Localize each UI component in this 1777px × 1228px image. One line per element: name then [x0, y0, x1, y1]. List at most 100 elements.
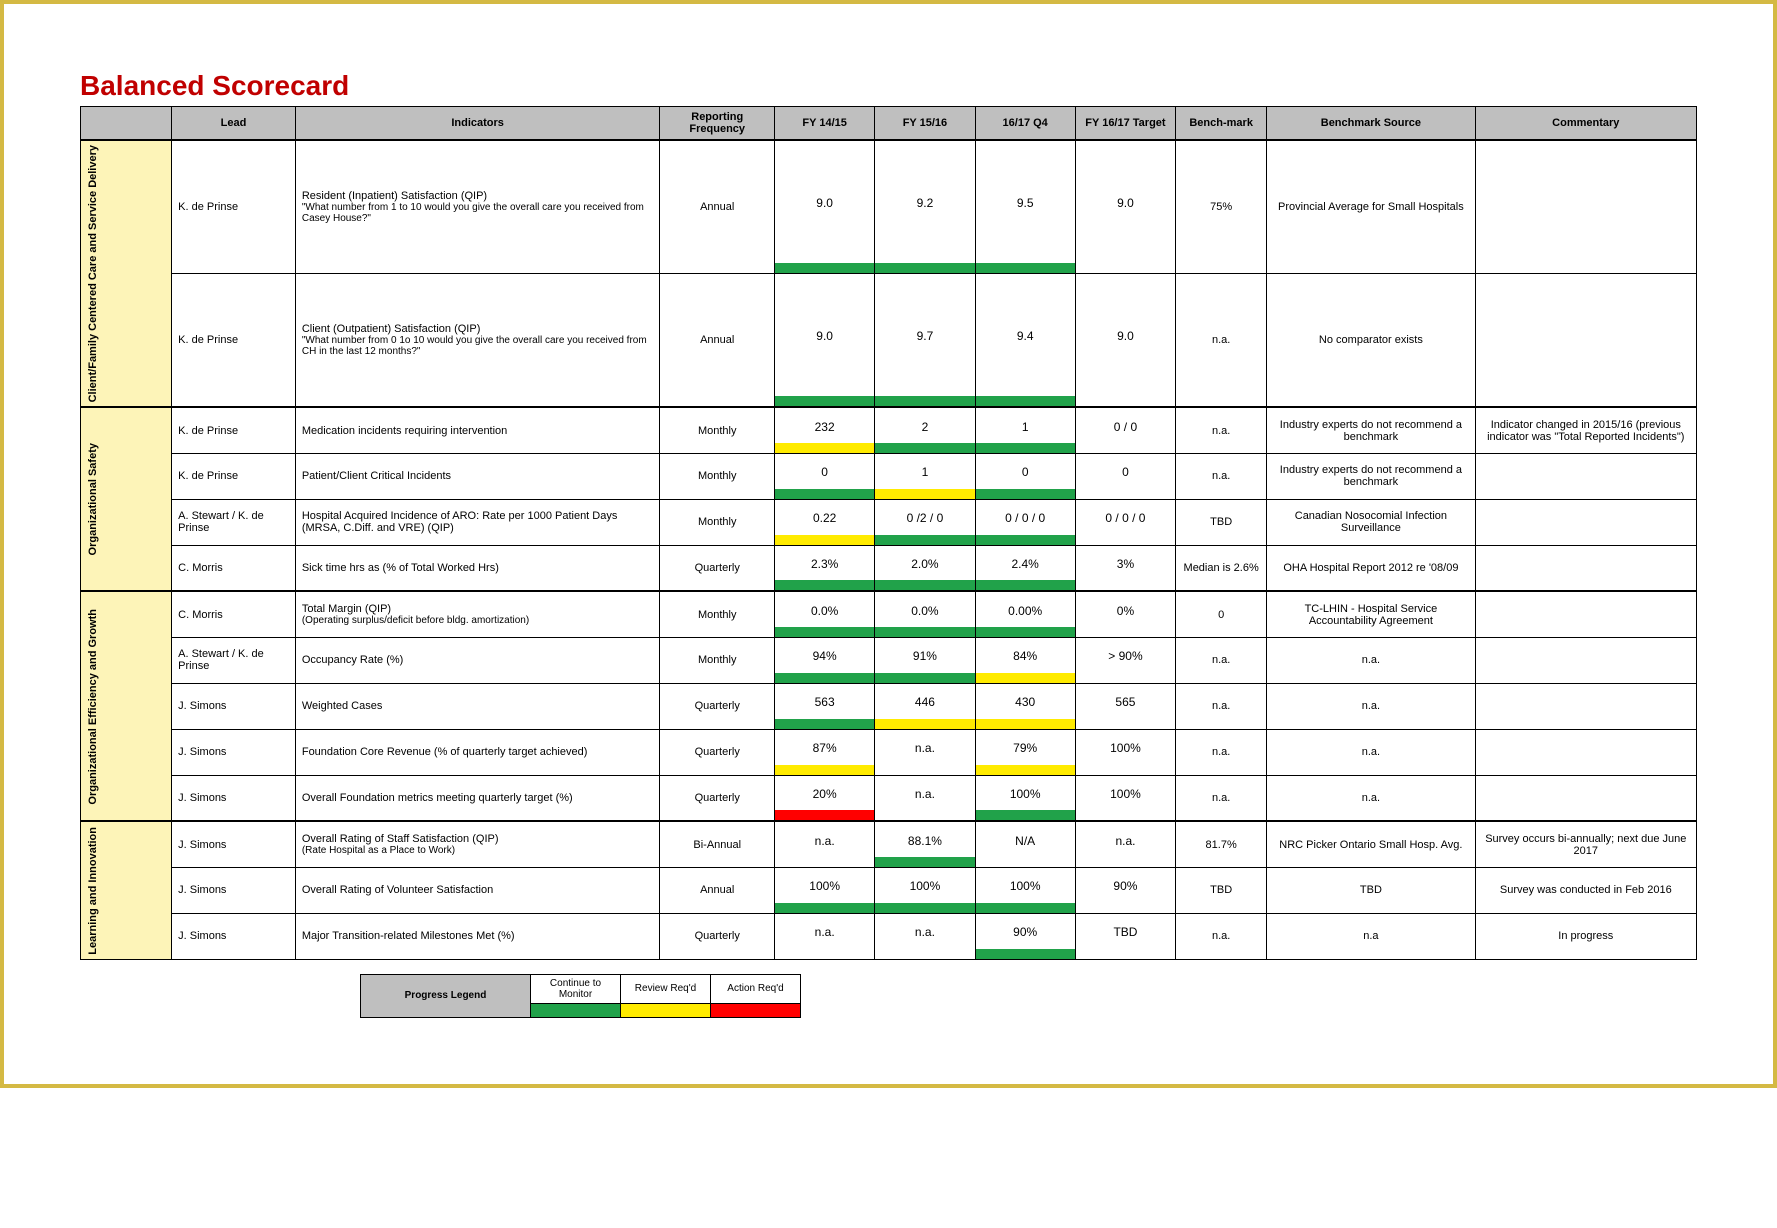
header-q4: 16/17 Q4 [975, 107, 1075, 141]
benchmark-cell: n.a. [1176, 453, 1267, 499]
metric-cell: 1 [875, 453, 975, 499]
category-cell: Organizational Safety [81, 407, 172, 591]
frequency-cell: Monthly [660, 407, 775, 453]
indicator-cell: Occupancy Rate (%) [295, 637, 660, 683]
table-row: Client/Family Centered Care and Service … [81, 140, 1697, 274]
indicator-cell: Major Transition-related Milestones Met … [295, 913, 660, 959]
indicator-cell: Overall Rating of Staff Satisfaction (QI… [295, 821, 660, 867]
legend-item-0: Continue to Monitor [531, 974, 621, 1003]
commentary-cell [1475, 453, 1696, 499]
metric-cell: 0% [1075, 591, 1175, 637]
metric-cell: 9.0 [775, 274, 875, 408]
benchmark-cell: n.a. [1176, 913, 1267, 959]
metric-cell: TBD [1075, 913, 1175, 959]
lead-cell: C. Morris [172, 591, 296, 637]
metric-cell: 232 [775, 407, 875, 453]
metric-cell: 563 [775, 683, 875, 729]
header-fy1415: FY 14/15 [775, 107, 875, 141]
indicator-cell: Patient/Client Critical Incidents [295, 453, 660, 499]
metric-cell: 2 [875, 407, 975, 453]
metric-cell: > 90% [1075, 637, 1175, 683]
commentary-cell: Survey was conducted in Feb 2016 [1475, 867, 1696, 913]
commentary-cell [1475, 591, 1696, 637]
table-row: Organizational SafetyK. de PrinseMedicat… [81, 407, 1697, 453]
source-cell: TC-LHIN - Hospital Service Accountabilit… [1267, 591, 1475, 637]
scorecard-table: Lead Indicators Reporting Frequency FY 1… [80, 106, 1697, 960]
table-row: Organizational Efficiency and GrowthC. M… [81, 591, 1697, 637]
legend-item-1: Review Req'd [621, 974, 711, 1003]
frequency-cell: Monthly [660, 637, 775, 683]
frequency-cell: Monthly [660, 499, 775, 545]
metric-cell: 0.22 [775, 499, 875, 545]
indicator-cell: Sick time hrs as (% of Total Worked Hrs) [295, 545, 660, 591]
table-row: J. SimonsWeighted CasesQuarterly56344643… [81, 683, 1697, 729]
table-row: K. de PrinsePatient/Client Critical Inci… [81, 453, 1697, 499]
table-row: J. SimonsFoundation Core Revenue (% of q… [81, 729, 1697, 775]
source-cell: n.a. [1267, 729, 1475, 775]
source-cell: Provincial Average for Small Hospitals [1267, 140, 1475, 274]
lead-cell: A. Stewart / K. de Prinse [172, 637, 296, 683]
frequency-cell: Annual [660, 140, 775, 274]
benchmark-cell: n.a. [1176, 637, 1267, 683]
metric-cell: 2.4% [975, 545, 1075, 591]
metric-cell: 100% [775, 867, 875, 913]
frequency-cell: Annual [660, 274, 775, 408]
commentary-cell [1475, 637, 1696, 683]
lead-cell: J. Simons [172, 775, 296, 821]
metric-cell: n.a. [875, 913, 975, 959]
benchmark-cell: n.a. [1176, 775, 1267, 821]
lead-cell: J. Simons [172, 729, 296, 775]
metric-cell: 20% [775, 775, 875, 821]
indicator-cell: Medication incidents requiring intervent… [295, 407, 660, 453]
category-cell: Organizational Efficiency and Growth [81, 591, 172, 821]
benchmark-cell: n.a. [1176, 407, 1267, 453]
commentary-cell: Survey occurs bi-annually; next due June… [1475, 821, 1696, 867]
lead-cell: J. Simons [172, 821, 296, 867]
metric-cell: 9.4 [975, 274, 1075, 408]
commentary-cell [1475, 775, 1696, 821]
legend-color-yellow [621, 1003, 711, 1017]
lead-cell: J. Simons [172, 683, 296, 729]
legend-item-2: Action Req'd [711, 974, 801, 1003]
indicator-cell: Hospital Acquired Incidence of ARO: Rate… [295, 499, 660, 545]
commentary-cell [1475, 499, 1696, 545]
metric-cell: 79% [975, 729, 1075, 775]
metric-cell: 2.3% [775, 545, 875, 591]
metric-cell: n.a. [775, 821, 875, 867]
frequency-cell: Quarterly [660, 729, 775, 775]
benchmark-cell: n.a. [1176, 683, 1267, 729]
benchmark-cell: n.a. [1176, 729, 1267, 775]
source-cell: No comparator exists [1267, 274, 1475, 408]
metric-cell: 0 [975, 453, 1075, 499]
metric-cell: 90% [1075, 867, 1175, 913]
commentary-cell: In progress [1475, 913, 1696, 959]
benchmark-cell: Median is 2.6% [1176, 545, 1267, 591]
metric-cell: 9.7 [875, 274, 975, 408]
table-row: C. MorrisSick time hrs as (% of Total Wo… [81, 545, 1697, 591]
header-target: FY 16/17 Target [1075, 107, 1175, 141]
lead-cell: K. de Prinse [172, 274, 296, 408]
metric-cell: 0 [1075, 453, 1175, 499]
source-cell: OHA Hospital Report 2012 re '08/09 [1267, 545, 1475, 591]
header-indicators: Indicators [295, 107, 660, 141]
header-commentary: Commentary [1475, 107, 1696, 141]
frequency-cell: Quarterly [660, 545, 775, 591]
metric-cell: 0 /2 / 0 [875, 499, 975, 545]
source-cell: TBD [1267, 867, 1475, 913]
lead-cell: J. Simons [172, 913, 296, 959]
source-cell: n.a [1267, 913, 1475, 959]
metric-cell: n.a. [875, 775, 975, 821]
metric-cell: n.a. [875, 729, 975, 775]
lead-cell: J. Simons [172, 867, 296, 913]
metric-cell: 100% [975, 867, 1075, 913]
indicator-cell: Resident (Inpatient) Satisfaction (QIP)"… [295, 140, 660, 274]
commentary-cell: Indicator changed in 2015/16 (previous i… [1475, 407, 1696, 453]
frequency-cell: Monthly [660, 453, 775, 499]
source-cell: Canadian Nosocomial Infection Surveillan… [1267, 499, 1475, 545]
category-cell: Client/Family Centered Care and Service … [81, 140, 172, 407]
metric-cell: 430 [975, 683, 1075, 729]
header-freq: Reporting Frequency [660, 107, 775, 141]
indicator-cell: Foundation Core Revenue (% of quarterly … [295, 729, 660, 775]
frequency-cell: Bi-Annual [660, 821, 775, 867]
commentary-cell [1475, 729, 1696, 775]
